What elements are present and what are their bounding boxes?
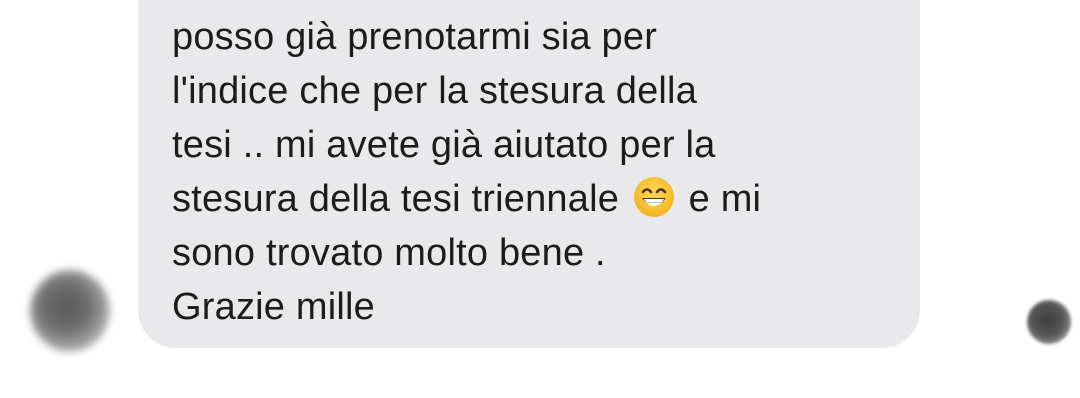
- message-line-4b: e mi: [688, 178, 762, 220]
- message-line-4a: stesura della tesi triennale: [172, 178, 620, 220]
- grinning-face-emoji-icon: [632, 175, 676, 219]
- message-line-3: tesi .. mi avete già aiutato per la: [172, 124, 716, 166]
- read-receipt-avatar: [1027, 300, 1071, 344]
- message-line-5: sono trovato molto bene .: [172, 232, 606, 274]
- sender-avatar[interactable]: [30, 270, 110, 352]
- message-line-6: Grazie mille: [172, 286, 375, 328]
- chat-screen: posso già prenotarmi sia per l'indice ch…: [0, 0, 1080, 398]
- message-line-2: l'indice che per la stesura della: [172, 70, 698, 112]
- message-line-1: posso già prenotarmi sia per: [172, 16, 658, 58]
- message-text: posso già prenotarmi sia per l'indice ch…: [172, 10, 892, 334]
